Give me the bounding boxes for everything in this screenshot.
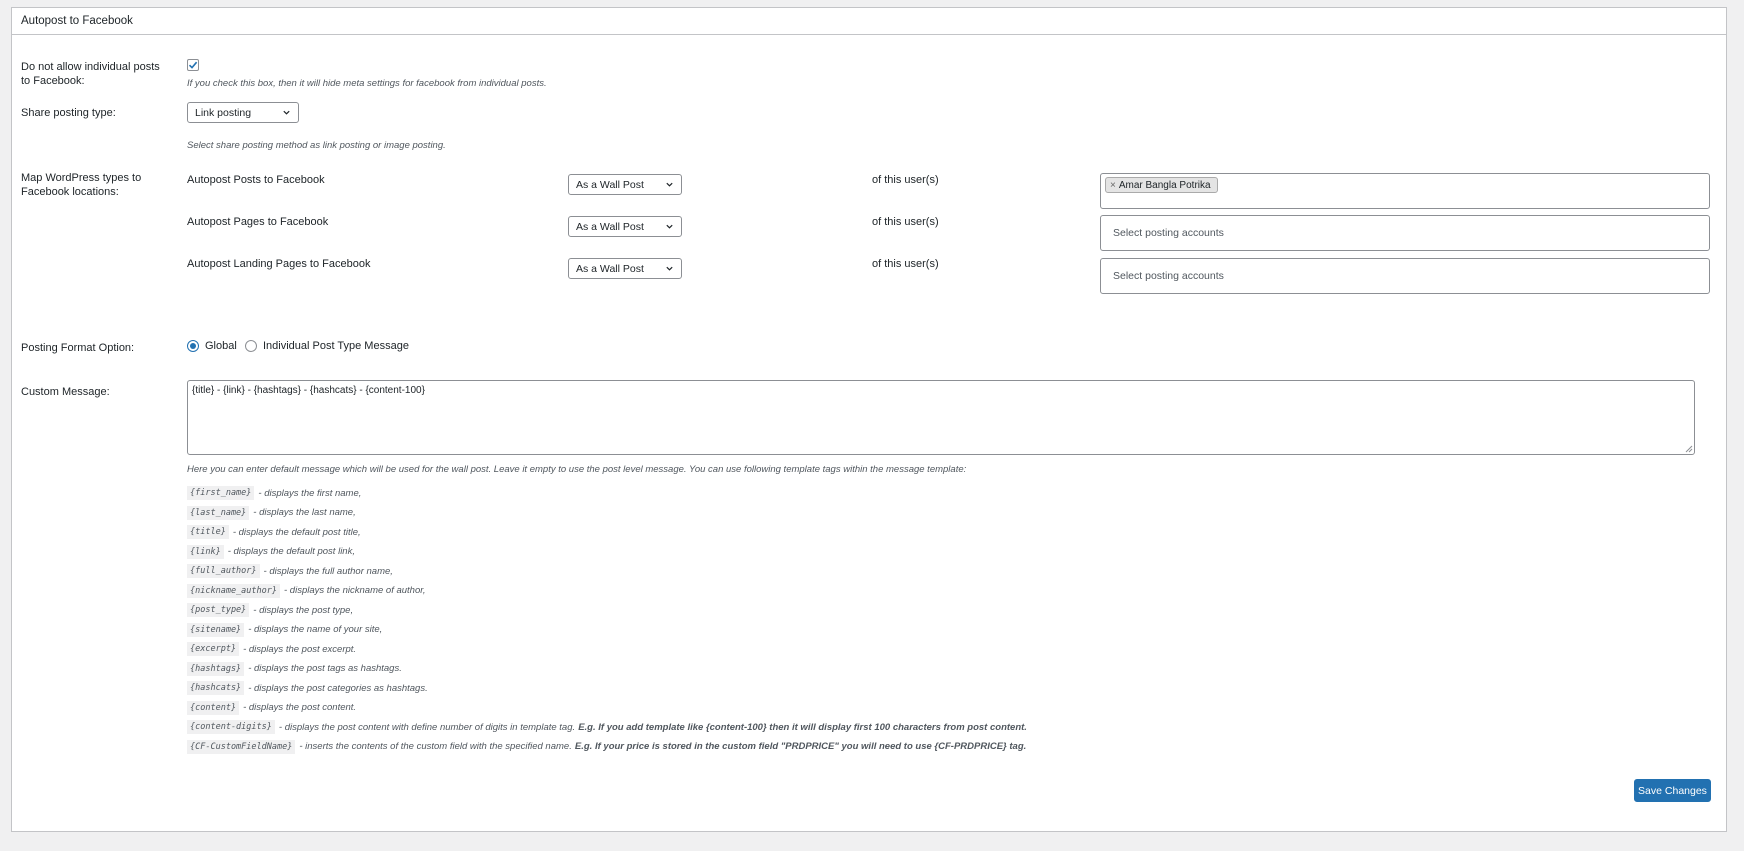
posting-accounts-select[interactable]: × Amar Bangla Potrika [1100,173,1710,209]
template-tag-description: - displays the post excerpt. [243,643,357,655]
save-changes-button[interactable]: Save Changes [1634,779,1711,802]
chevron-down-icon [666,182,673,187]
mapping-location-value: As a Wall Post [576,262,644,275]
radio-individual[interactable] [245,340,257,352]
template-tag: {full_author} [187,564,260,578]
template-tag: {nickname_author} [187,583,280,598]
template-tag-row: {hashtags} - displays the post tags as ha… [187,661,1587,676]
template-tag-row: {title} - displays the default post title… [187,525,1587,539]
remove-tag-icon[interactable]: × [1110,180,1116,191]
mapping-location-select[interactable]: As a Wall Post [568,174,682,195]
disable-individual-description: If you check this box, then it will hide… [187,78,547,89]
of-user-label: of this user(s) [872,174,939,186]
template-tag-example: E.g. If you add template like {content-1… [578,721,1027,733]
template-tag-row: {nickname_author} - displays the nickname… [187,583,1587,598]
template-tag-row: {full_author} - displays the full author … [187,564,1587,578]
template-tag-row: {hashcats} - displays the post categories… [187,681,1587,695]
mapping-label: Map WordPress types to Facebook location… [21,172,142,198]
template-tag-row: {sitename} - displays the name of your si… [187,622,1587,637]
share-type-description: Select share posting method as link post… [187,140,446,151]
template-tag-row: {excerpt} - displays the post excerpt. [187,642,1587,656]
template-tag-row: {last_name} - displays the last name, [187,505,1587,520]
share-type-select[interactable]: Link posting [187,102,299,123]
template-tag-description: - displays the name of your site, [248,624,383,635]
template-tag: {first_name} [187,486,255,500]
template-tag: {link} [187,544,224,559]
template-tag: {title} [187,525,229,539]
custom-message-label: Custom Message: [21,386,110,398]
template-tag-description: - inserts the contents of the custom fie… [299,741,572,752]
posting-accounts-select[interactable]: Select posting accounts [1100,258,1710,294]
template-tag-row: {CF-CustomFieldName} - inserts the conten… [187,739,1587,754]
template-tag: {sitename} [187,622,245,637]
template-tag-description: - displays the nickname of author, [284,585,426,596]
template-tag-description: - displays the post categories as hashta… [248,682,428,694]
template-tag-description: - displays the post content with define … [278,721,576,733]
template-tag-description: - displays the default post title, [232,526,361,538]
template-tag-row: {first_name} - displays the first name, [187,486,1587,500]
mapping-row-type: Autopost Posts to Facebook [187,174,325,186]
share-type-value: Link posting [195,106,252,119]
chevron-down-icon [666,224,673,229]
template-tag-description: - displays the post type, [253,604,354,616]
template-tag: {hashtags} [187,661,245,676]
template-tag-description: - displays the default post link, [227,546,355,557]
mapping-row-type: Autopost Landing Pages to Facebook [187,258,371,270]
template-tag-row: {post_type} - displays the post type, [187,603,1587,617]
resize-handle-icon[interactable] [1685,445,1693,453]
template-tag-example: E.g. If your price is stored in the cust… [574,741,1027,752]
account-tag-label: Amar Bangla Potrika [1118,179,1211,191]
radio-individual-label: Individual Post Type Message [263,340,409,352]
account-tag[interactable]: × Amar Bangla Potrika [1105,177,1218,193]
template-tag-description: - displays the post content. [243,702,357,713]
posting-format-individual-option[interactable]: Individual Post Type Message [245,339,409,353]
template-tag: {content} [187,700,240,715]
checkmark-icon [188,61,198,69]
mapping-location-select[interactable]: As a Wall Post [568,258,682,279]
template-tag-row: {link} - displays the default post link, [187,544,1587,559]
chevron-down-icon [666,266,673,271]
posting-accounts-placeholder: Select posting accounts [1113,227,1224,239]
template-tags-list: {first_name} - displays the first name, {… [187,486,1587,759]
disable-individual-label: Do not allow individual posts to Faceboo… [21,61,160,87]
template-tag: {hashcats} [187,681,245,695]
posting-format-global-option[interactable]: Global [187,339,237,353]
settings-panel: Autopost to Facebook Do not allow indivi… [11,7,1727,832]
template-tag-row: {content} - displays the post content. [187,700,1587,715]
of-user-label: of this user(s) [872,258,939,270]
template-tag-description: - displays the post tags as hashtags. [248,663,402,674]
chevron-down-icon [283,110,290,115]
custom-message-textarea[interactable]: {title} - {link} - {hashtags} - {hashcat… [187,380,1695,455]
mapping-row-type: Autopost Pages to Facebook [187,216,329,228]
radio-global-label: Global [205,340,237,352]
template-tag: {excerpt} [187,642,240,656]
mapping-location-select[interactable]: As a Wall Post [568,216,682,237]
template-tag: {post_type} [187,603,250,617]
template-tag: {last_name} [187,505,250,520]
posting-format-label: Posting Format Option: [21,342,135,354]
custom-message-value: {title} - {link} - {hashtags} - {hashcat… [192,385,425,396]
template-tag: {CF-CustomFieldName} [187,739,296,754]
custom-message-description: Here you can enter default message which… [187,464,967,475]
template-tag-description: - displays the full author name, [263,565,393,577]
of-user-label: of this user(s) [872,216,939,228]
posting-accounts-placeholder: Select posting accounts [1113,270,1224,282]
posting-accounts-select[interactable]: Select posting accounts [1100,215,1710,251]
mapping-location-value: As a Wall Post [576,220,644,233]
radio-global[interactable] [187,340,199,352]
template-tag-description: - displays the first name, [258,487,362,499]
template-tag-description: - displays the last name, [253,507,356,518]
disable-individual-checkbox[interactable] [187,59,199,71]
share-type-label: Share posting type: [21,107,116,119]
template-tag-row: {content-digits} - displays the post cont… [187,720,1587,734]
panel-title: Autopost to Facebook [12,8,1726,35]
template-tag: {content-digits} [187,720,275,734]
mapping-location-value: As a Wall Post [576,178,644,191]
